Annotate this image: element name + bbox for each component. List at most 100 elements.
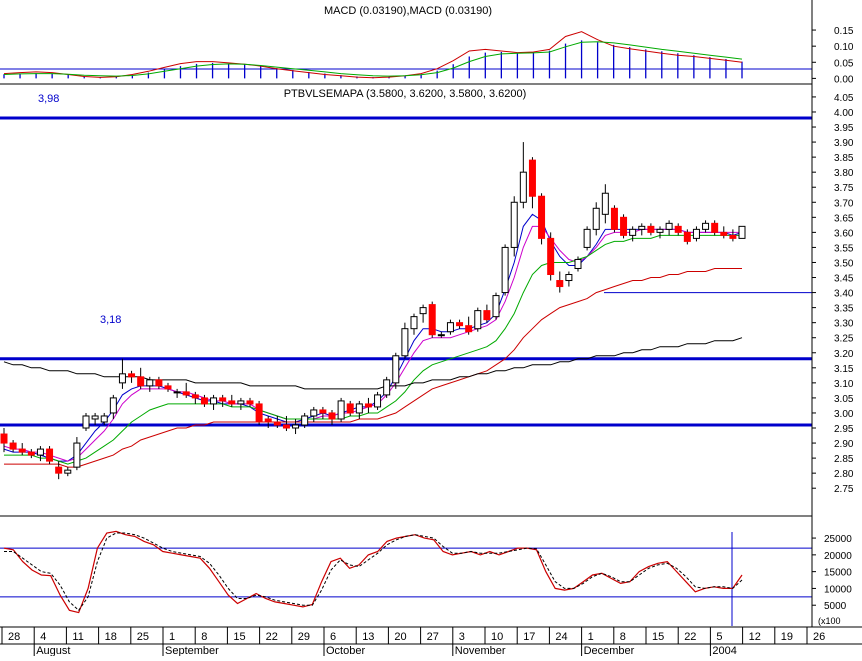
x-axis-day-label: 5 <box>716 631 722 643</box>
candle-down <box>683 231 691 242</box>
candle-up <box>82 415 90 429</box>
candle-down <box>155 379 163 387</box>
price-y-tick-label: 3.75 <box>834 183 854 194</box>
x-axis-day-label: 10 <box>491 631 503 643</box>
price-y-tick-label: 3.20 <box>834 349 854 360</box>
candle-down <box>674 225 682 233</box>
candle-down <box>182 391 190 396</box>
price-y-tick-label: 3.45 <box>834 274 854 285</box>
price-candles <box>0 142 746 480</box>
macd-title: MACD (0.03190),MACD (0.03190) <box>324 5 492 17</box>
candle-down <box>428 304 436 336</box>
candle-down <box>282 424 290 429</box>
candle-down <box>610 207 618 230</box>
oscillator-y-tick-label: 20000 <box>824 551 852 562</box>
macd-panel: MACD (0.03190),MACD (0.03190) 0.15 0.10 0.… <box>0 5 854 85</box>
x-axis-day-label: 3 <box>459 631 465 643</box>
macd-y-axis: 0.15 0.10 0.05 0.00 <box>812 26 854 85</box>
candle-up <box>64 469 72 474</box>
candle-up <box>419 307 427 315</box>
candle-up <box>392 355 400 384</box>
macd-y-tick-label: 0.00 <box>834 74 854 85</box>
candle-down <box>0 433 8 444</box>
candle-down <box>483 310 491 321</box>
macd-y-tick-label: 0.15 <box>834 26 854 37</box>
candle-down <box>18 448 26 453</box>
candle-up <box>91 415 99 420</box>
price-y-tick-label: 2.75 <box>834 484 854 495</box>
x-axis-month-label: October <box>326 645 365 656</box>
candle-down <box>729 234 737 239</box>
x-axis-day-label: 17 <box>523 631 535 643</box>
candle-down <box>538 195 546 239</box>
x-axis-day-label: 6 <box>330 631 336 643</box>
price-y-tick-label: 2.80 <box>834 469 854 480</box>
candle-down <box>364 403 372 408</box>
price-y-tick-label: 3.10 <box>834 379 854 390</box>
candle-down <box>556 280 564 288</box>
candle-down <box>456 322 464 327</box>
moving-average-black <box>3 337 743 390</box>
price-y-tick-label: 3.50 <box>834 258 854 269</box>
oscillator-lines <box>3 530 743 614</box>
candle-up <box>629 228 637 236</box>
candle-up <box>583 228 591 248</box>
candle-up <box>301 415 309 426</box>
annotation-high: 3,98 <box>38 93 59 105</box>
price-y-tick-label: 3.05 <box>834 394 854 405</box>
price-moving-averages <box>3 213 743 468</box>
candle-up <box>237 400 245 405</box>
oscillator-reference-lines <box>0 547 812 598</box>
macd-y-tick-label: 0.10 <box>834 42 854 53</box>
x-axis-day-label: 8 <box>201 631 207 643</box>
macd-lines <box>3 31 743 79</box>
price-y-tick-label: 3.60 <box>834 228 854 239</box>
price-panel: PTBVLSEMAPA (3.5800, 3.6200, 3.5800, 3.6… <box>0 88 854 517</box>
price-y-tick-label: 3.55 <box>834 243 854 254</box>
candle-up <box>738 225 746 239</box>
x-axis-day-label: 25 <box>137 631 149 643</box>
candle-down <box>128 373 136 378</box>
x-axis-day-label: 26 <box>813 631 825 643</box>
moving-average-red <box>4 268 742 468</box>
price-y-tick-label: 2.95 <box>834 424 854 435</box>
x-axis-month-label: 2004 <box>712 645 736 656</box>
x-axis-month-label: November <box>455 645 506 656</box>
candle-up <box>401 328 409 357</box>
x-axis-day-label: 20 <box>394 631 406 643</box>
price-title: PTBVLSEMAPA (3.5800, 3.6200, 3.5800, 3.6… <box>284 88 527 100</box>
candle-down <box>46 448 54 462</box>
candle-down <box>164 385 172 390</box>
candle-down <box>191 394 199 399</box>
moving-average-green <box>4 234 742 465</box>
candle-up <box>592 207 600 230</box>
price-y-tick-label: 2.90 <box>834 439 854 450</box>
candle-up <box>510 201 518 248</box>
candle-up <box>474 310 482 330</box>
candle-down <box>200 397 208 405</box>
price-y-tick-label: 3.30 <box>834 319 854 330</box>
price-y-tick-label: 3.40 <box>834 289 854 300</box>
price-y-tick-label: 2.85 <box>834 454 854 465</box>
candle-up <box>519 171 527 203</box>
candle-up <box>109 397 117 414</box>
candle-down <box>319 409 327 414</box>
price-y-tick-label: 4.00 <box>834 108 854 119</box>
oscillator-line-dashed <box>4 532 743 612</box>
candle-up <box>446 322 454 333</box>
candle-up <box>292 424 300 429</box>
price-y-tick-label: 3.65 <box>834 213 854 224</box>
oscillator-y-tick-label: 15000 <box>824 568 852 579</box>
candle-down <box>273 421 281 426</box>
price-y-tick-label: 3.35 <box>834 304 854 315</box>
chart-canvas: MACD (0.03190),MACD (0.03190) 0.15 0.10 0.… <box>0 0 862 657</box>
candle-up <box>36 448 44 456</box>
candle-down <box>264 418 272 423</box>
candle-up <box>210 397 218 405</box>
price-y-tick-label: 3.90 <box>834 138 854 149</box>
candle-up <box>73 442 81 468</box>
candle-down <box>328 412 336 420</box>
candle-up <box>638 225 646 230</box>
candle-up <box>310 409 318 417</box>
candle-up <box>355 403 363 414</box>
